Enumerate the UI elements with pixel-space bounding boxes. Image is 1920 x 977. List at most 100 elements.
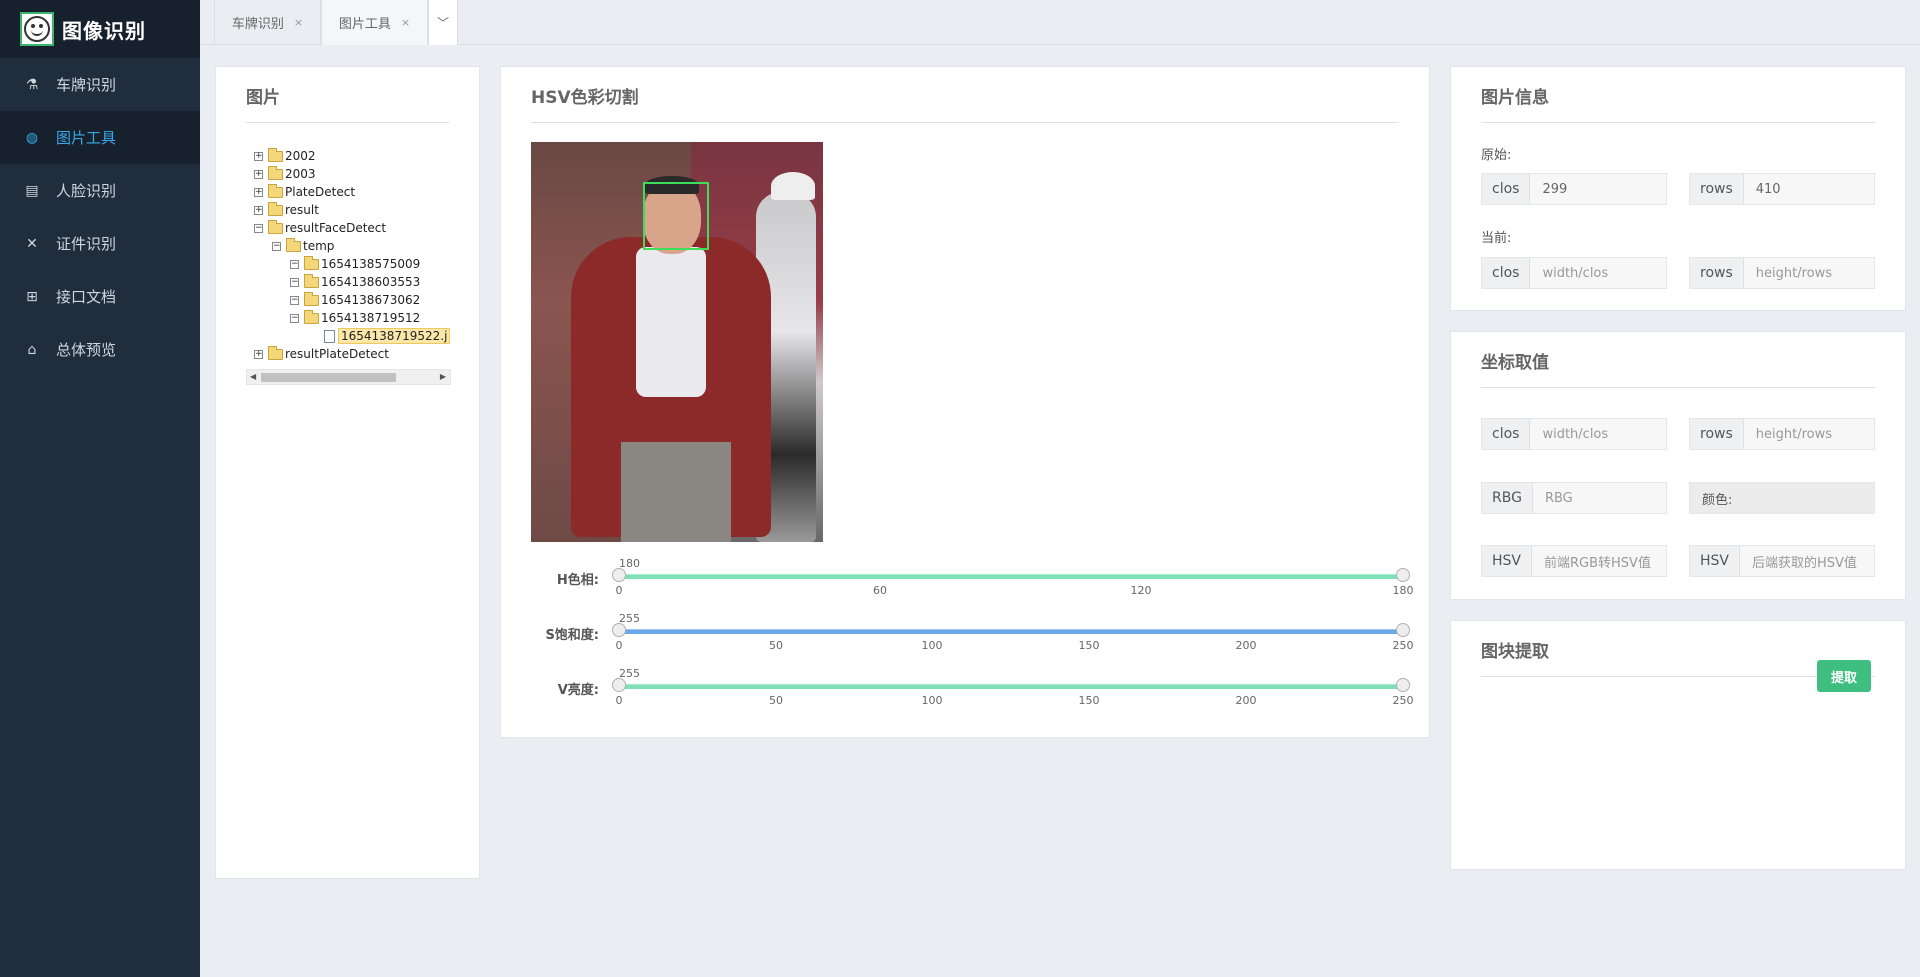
file-tree: + 2002 + 2003 + PlateDetect + result − r… <box>246 147 451 372</box>
extract-button[interactable]: 提取 <box>1817 660 1871 692</box>
folder-icon <box>304 309 319 324</box>
source-photo[interactable] <box>531 142 823 542</box>
scrollbar-thumb[interactable] <box>261 373 396 382</box>
tree-node-label: 1654138719522.j <box>338 328 451 344</box>
sidebar-item-label: 图片工具 <box>56 129 117 147</box>
slider-track[interactable] <box>619 684 1403 689</box>
folder-icon <box>268 165 283 180</box>
slider-handle-max[interactable] <box>1396 678 1410 692</box>
hsv-backend-group: HSV 后端获取的HSV值 <box>1689 545 1875 577</box>
panel-title: 图片信息 <box>1481 83 1875 123</box>
tree-node[interactable]: + resultPlateDetect <box>254 345 389 363</box>
close-icon[interactable]: × <box>401 16 410 29</box>
slider-handle-min[interactable] <box>612 678 626 692</box>
collapse-icon[interactable]: − <box>272 241 281 251</box>
tree-node[interactable]: − 1654138575009 <box>290 255 420 273</box>
current-rows-field[interactable]: height/rows <box>1743 258 1874 288</box>
tab-bar: 车牌识别 × 图片工具 × ﹀ <box>200 0 1920 45</box>
tab-dropdown-button[interactable]: ﹀ <box>428 0 458 45</box>
smiley-logo-icon <box>20 12 54 46</box>
slider-handle-min[interactable] <box>612 623 626 637</box>
hsv-frontend-field[interactable]: 前端RGB转HSV值 <box>1532 546 1666 576</box>
input-addon: HSV <box>1482 546 1532 576</box>
tree-node[interactable]: + result <box>254 201 319 219</box>
slider-handle-max[interactable] <box>1396 568 1410 582</box>
tree-node[interactable]: − 1654138673062 <box>290 291 420 309</box>
close-icon[interactable]: × <box>294 16 303 29</box>
file-icon <box>324 329 335 343</box>
sidebar-item-id-recognition[interactable]: ✕ 证件识别 <box>0 217 200 270</box>
block-extract-panel: 图块提取 提取 <box>1450 620 1906 870</box>
hsv-backend-field[interactable]: 后端获取的HSV值 <box>1740 546 1874 576</box>
slider-track[interactable] <box>619 574 1403 579</box>
tick-label: 0 <box>615 694 623 707</box>
hsv-panel: HSV色彩切割 H色相: 180 0 60 120 180 S饱和度: 255 … <box>500 66 1430 738</box>
slider-track[interactable] <box>619 629 1403 634</box>
sidebar-item-api-docs[interactable]: ⊞ 接口文档 <box>0 270 200 323</box>
tab-label: 图片工具 <box>338 17 391 32</box>
expand-icon[interactable]: + <box>254 187 263 197</box>
tree-node[interactable]: − 1654138603553 <box>290 273 420 291</box>
sidebar-item-face-recognition[interactable]: ▤ 人脸识别 <box>0 164 200 217</box>
sidebar-item-plate-recognition[interactable]: ⚗ 车牌识别 <box>0 58 200 111</box>
original-cols-field[interactable]: 299 <box>1530 174 1666 204</box>
folder-icon <box>304 273 319 288</box>
tick-label: 50 <box>769 639 783 652</box>
hsv-frontend-group: HSV 前端RGB转HSV值 <box>1481 545 1667 577</box>
original-rows-field[interactable]: 410 <box>1743 174 1874 204</box>
sidebar-item-label: 人脸识别 <box>56 182 117 200</box>
tree-node[interactable]: − 1654138719512 <box>290 309 420 327</box>
panel-title: 图片 <box>246 83 449 123</box>
tree-node[interactable]: + 2003 <box>254 165 316 183</box>
collapse-icon[interactable]: − <box>290 313 299 323</box>
input-addon: HSV <box>1690 546 1740 576</box>
scroll-left-icon[interactable]: ◀ <box>250 372 256 381</box>
tree-node-label: temp <box>303 239 335 253</box>
tab-image-tools[interactable]: 图片工具 × <box>321 0 428 45</box>
current-cols-group: clos width/clos <box>1481 257 1667 289</box>
value-slider[interactable]: V亮度: 255 0 50 100 150 200 250 <box>531 667 1414 707</box>
folder-icon <box>304 291 319 306</box>
brand[interactable]: 图像识别 <box>0 0 200 58</box>
tree-node[interactable]: + 2002 <box>254 147 316 165</box>
tab-plate-recognition[interactable]: 车牌识别 × <box>214 0 321 45</box>
collapse-icon[interactable]: − <box>290 277 299 287</box>
tree-node[interactable]: − resultFaceDetect <box>254 219 386 237</box>
sidebar-item-image-tools[interactable]: ◍ 图片工具 <box>0 111 200 164</box>
slider-handle-max[interactable] <box>1396 623 1410 637</box>
collapse-icon[interactable]: − <box>254 223 263 233</box>
expand-icon[interactable]: + <box>254 169 263 179</box>
sidebar-item-label: 总体预览 <box>56 341 117 359</box>
expand-icon[interactable]: + <box>254 151 263 161</box>
rgb-field[interactable]: RBG <box>1532 483 1666 513</box>
input-addon: clos <box>1482 258 1531 288</box>
sidebar-item-overview[interactable]: ⌂ 总体预览 <box>0 323 200 376</box>
hue-slider[interactable]: H色相: 180 0 60 120 180 <box>531 557 1414 597</box>
tick-label: 0 <box>615 584 623 597</box>
saturation-slider[interactable]: S饱和度: 255 0 50 100 150 200 250 <box>531 612 1413 652</box>
tree-node[interactable]: + PlateDetect <box>254 183 355 201</box>
coord-cols-field[interactable]: width/clos <box>1530 419 1666 449</box>
image-info-panel: 图片信息 原始: clos 299 rows 410 当前: clos widt… <box>1450 66 1906 311</box>
coordinate-panel: 坐标取值 clos width/clos rows height/rows RB… <box>1450 331 1906 600</box>
current-rows-group: rows height/rows <box>1689 257 1875 289</box>
input-addon: RBG <box>1482 483 1533 513</box>
tree-horizontal-scrollbar[interactable]: ◀ ▶ <box>246 369 451 385</box>
globe-icon: ◍ <box>25 129 39 146</box>
expand-icon[interactable]: + <box>254 349 263 359</box>
collapse-icon[interactable]: − <box>290 295 299 305</box>
current-cols-field[interactable]: width/clos <box>1530 258 1666 288</box>
folder-icon <box>286 237 301 252</box>
scroll-right-icon[interactable]: ▶ <box>440 372 446 381</box>
coord-rows-field[interactable]: height/rows <box>1743 419 1874 449</box>
tree-node[interactable]: − temp <box>272 237 334 255</box>
rgb-group: RBG RBG <box>1481 482 1667 514</box>
folder-icon <box>268 219 283 234</box>
original-label: 原始: <box>1481 148 1512 163</box>
collapse-icon[interactable]: − <box>290 259 299 269</box>
slider-label: H色相: <box>556 573 599 588</box>
slider-handle-min[interactable] <box>612 568 626 582</box>
tree-node-label: 2002 <box>285 149 316 163</box>
expand-icon[interactable]: + <box>254 205 263 215</box>
tree-node-selected[interactable]: 1654138719522.j <box>324 327 451 345</box>
